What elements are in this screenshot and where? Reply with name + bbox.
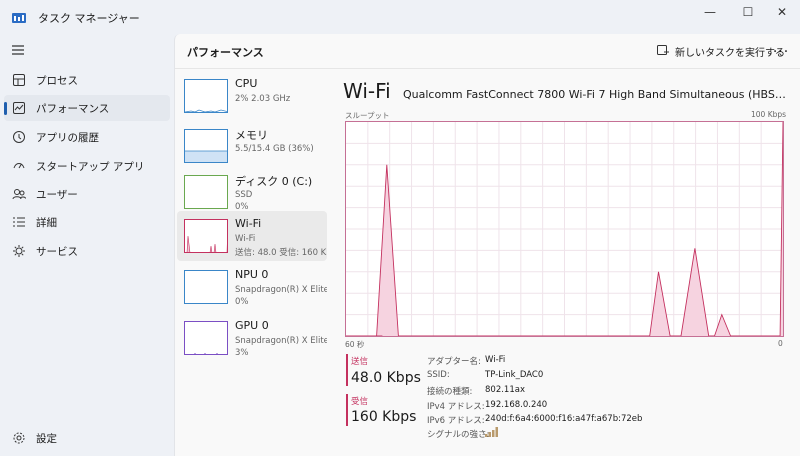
info-value: 192.168.0.240 xyxy=(485,400,548,410)
signal-strength-icon xyxy=(485,427,498,437)
run-new-task-button[interactable]: 新しいタスクを実行する xyxy=(657,41,785,61)
nav-item-performance[interactable]: パフォーマンス xyxy=(4,95,170,121)
disk-thumbnail xyxy=(184,175,228,209)
throughput-chart-svg xyxy=(346,121,784,337)
details-icon xyxy=(13,217,25,227)
info-key: IPv6 アドレス: xyxy=(427,416,485,426)
chart-max-label: 100 Kbps xyxy=(751,110,787,119)
title-bar: タスク マネージャー — ☐ ✕ xyxy=(0,0,800,34)
gear-icon xyxy=(13,432,25,444)
more-options-button[interactable]: ... xyxy=(771,41,791,61)
receive-indicator xyxy=(346,394,348,426)
resource-disk[interactable]: ディスク 0 (C:) SSD 0% xyxy=(177,167,327,217)
npu-thumbnail xyxy=(184,270,228,304)
resource-detail: 2% 2.03 GHz xyxy=(235,94,291,104)
throughput-label: スループット xyxy=(345,111,390,120)
receive-value: 160 Kbps xyxy=(351,409,417,425)
resource-usage: 0% xyxy=(235,297,249,307)
nav-label: 詳細 xyxy=(36,217,57,229)
chart-time-right: 0 xyxy=(778,339,783,348)
header-divider xyxy=(175,68,800,69)
nav-label: アプリの履歴 xyxy=(36,132,99,144)
info-key: IPv4 アドレス: xyxy=(427,402,485,412)
nav-item-app-history[interactable]: アプリの履歴 xyxy=(4,124,170,150)
resource-memory[interactable]: メモリ 5.5/15.4 GB (36%) xyxy=(177,121,327,171)
info-key: 接続の種類: xyxy=(427,387,473,397)
startup-icon xyxy=(13,163,25,169)
resource-detail: Wi-Fi xyxy=(235,234,256,244)
nav-label: サービス xyxy=(36,246,78,258)
send-indicator xyxy=(346,354,348,386)
nav-item-processes[interactable]: プロセス xyxy=(4,67,170,93)
resource-detail: 5.5/15.4 GB (36%) xyxy=(235,144,314,154)
resource-detail: Snapdragon(R) X Elite - X1E78100 - Qualc… xyxy=(235,336,327,346)
resource-detail: Snapdragon(R) X Elite - X1E78100 - Qualc… xyxy=(235,285,327,295)
detail-title: Wi-Fi xyxy=(343,79,391,103)
nav-label: スタートアップ アプリ xyxy=(36,161,145,173)
resource-name: Wi-Fi xyxy=(235,217,262,230)
resource-name: メモリ xyxy=(235,129,268,142)
resource-cpu[interactable]: CPU 2% 2.03 GHz xyxy=(177,71,327,121)
left-nav: プロセス パフォーマンス アプリの履歴 スタートアップ アプリ ユーザー 詳細 … xyxy=(0,34,174,456)
resource-gpu[interactable]: GPU 0 Snapdragon(R) X Elite - X1E78100 -… xyxy=(177,313,327,363)
info-value: TP-Link_DAC0 xyxy=(485,370,544,380)
hamburger-menu-icon[interactable] xyxy=(10,42,26,58)
resource-name: NPU 0 xyxy=(235,268,269,281)
resource-name: GPU 0 xyxy=(235,319,269,332)
nav-item-details[interactable]: 詳細 xyxy=(4,209,170,235)
resource-npu[interactable]: NPU 0 Snapdragon(R) X Elite - X1E78100 -… xyxy=(177,262,327,312)
info-key: アダプター名: xyxy=(427,357,481,367)
users-icon xyxy=(12,189,26,200)
cpu-thumbnail xyxy=(184,79,228,113)
window-title: タスク マネージャー xyxy=(38,12,140,25)
resource-detail: SSD xyxy=(235,190,253,200)
run-task-icon xyxy=(657,45,669,55)
send-value: 48.0 Kbps xyxy=(351,370,421,386)
run-new-task-label: 新しいタスクを実行する xyxy=(675,47,785,59)
resource-name: CPU xyxy=(235,77,258,90)
task-manager-icon xyxy=(12,13,26,23)
resource-wifi[interactable]: Wi-Fi Wi-Fi 送信: 48.0 受信: 160 Kbps xyxy=(177,211,327,261)
nav-label: ユーザー xyxy=(36,189,78,201)
info-value: 802.11ax xyxy=(485,385,525,395)
receive-label: 受信 xyxy=(351,397,369,407)
close-button[interactable]: ✕ xyxy=(764,0,800,24)
resource-usage: 3% xyxy=(235,348,249,358)
nav-label: 設定 xyxy=(36,433,57,445)
nav-item-services[interactable]: サービス xyxy=(4,238,170,264)
processes-icon xyxy=(13,74,25,86)
adapter-name: Qualcomm FastConnect 7800 Wi-Fi 7 High B… xyxy=(403,88,787,101)
main-panel: パフォーマンス 新しいタスクを実行する ... CPU 2% 2.03 GHz … xyxy=(174,34,800,456)
nav-label: プロセス xyxy=(36,75,78,87)
nav-label: パフォーマンス xyxy=(36,103,110,115)
nav-item-startup[interactable]: スタートアップ アプリ xyxy=(4,153,170,179)
memory-thumbnail xyxy=(184,129,228,163)
nav-item-users[interactable]: ユーザー xyxy=(4,181,170,207)
resource-usage: 送信: 48.0 受信: 160 Kbps xyxy=(235,248,327,258)
resource-name: ディスク 0 (C:) xyxy=(235,175,313,188)
info-value: Wi-Fi xyxy=(485,355,506,365)
wifi-thumbnail xyxy=(184,219,228,253)
history-icon xyxy=(13,131,25,143)
info-key: SSID: xyxy=(427,370,450,380)
info-value: 240d:f:6a4:6000:f16:a47f:a67b:72eb xyxy=(485,414,643,424)
page-title: パフォーマンス xyxy=(187,46,264,59)
minimize-button[interactable]: — xyxy=(692,0,728,24)
gpu-thumbnail xyxy=(184,321,228,355)
chart-time-left: 60 秒 xyxy=(345,340,365,349)
info-key: シグナルの強さ: xyxy=(427,430,490,440)
send-label: 送信 xyxy=(351,357,369,367)
services-icon xyxy=(13,245,25,257)
maximize-button[interactable]: ☐ xyxy=(730,0,766,24)
nav-item-settings[interactable]: 設定 xyxy=(4,425,170,451)
performance-icon xyxy=(13,102,25,114)
throughput-chart xyxy=(345,121,784,337)
